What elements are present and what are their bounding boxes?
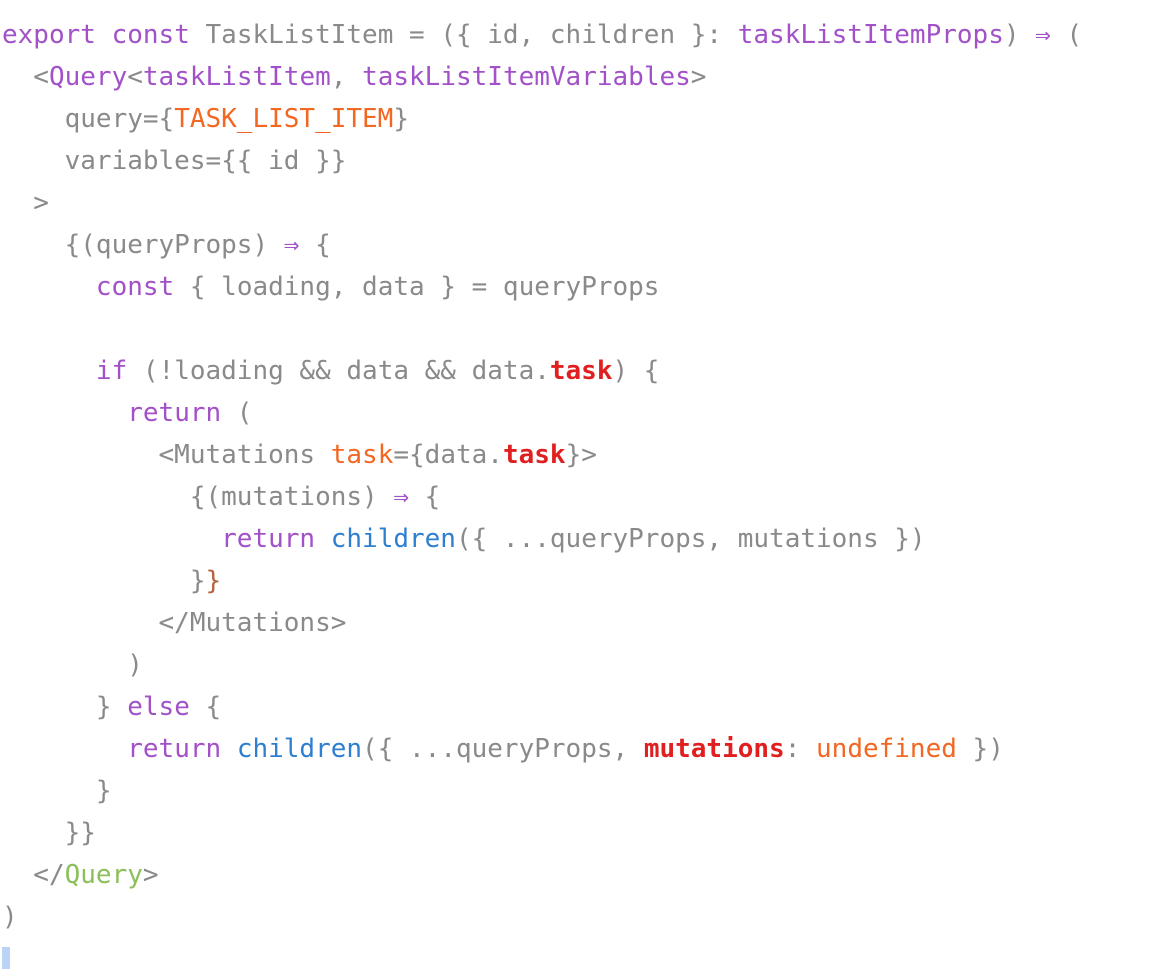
code-token-keyword: if bbox=[95, 356, 128, 386]
code-token-plain: ) bbox=[2, 650, 143, 680]
code-token-keyword: export bbox=[2, 20, 96, 50]
code-token-type: taskListItemProps bbox=[737, 20, 1004, 50]
code-token-plain: { bbox=[189, 692, 222, 722]
code-line[interactable]: if (!loading && data && data.task) { bbox=[0, 350, 1162, 392]
code-line[interactable]: }} bbox=[0, 560, 1162, 602]
code-line[interactable]: query={TASK_LIST_ITEM} bbox=[0, 98, 1162, 140]
code-token-func: children bbox=[330, 524, 456, 554]
code-token-keyword: const bbox=[111, 20, 190, 50]
code-token-plain: }> bbox=[565, 440, 597, 470]
code-line[interactable] bbox=[0, 938, 1162, 980]
code-token-plain: }} bbox=[2, 818, 96, 848]
code-token-arrow: ⇒ bbox=[1035, 20, 1051, 50]
code-line[interactable]: ) bbox=[0, 644, 1162, 686]
code-token-keyword: const bbox=[95, 272, 175, 302]
code-token-plain: { bbox=[299, 230, 331, 260]
code-token-plain: { bbox=[409, 482, 441, 512]
code-token-keyword: else bbox=[127, 692, 190, 722]
code-token-plain: (!loading && data && data. bbox=[127, 356, 550, 386]
code-token-plain: : bbox=[784, 734, 817, 764]
code-token-plain: ( bbox=[1050, 20, 1083, 50]
code-token-func: children bbox=[236, 734, 363, 764]
code-line[interactable]: return children({ ...queryProps, mutatio… bbox=[0, 518, 1162, 560]
code-token-plain: <Mutations bbox=[2, 440, 331, 470]
code-token-plain: > bbox=[690, 62, 707, 92]
code-line[interactable]: return ( bbox=[0, 392, 1162, 434]
code-line[interactable]: } else { bbox=[0, 686, 1162, 728]
code-token-closetag: Query bbox=[64, 860, 143, 890]
code-token-prop: task bbox=[549, 356, 613, 386]
code-token-plain: ={data. bbox=[393, 440, 503, 470]
code-token-plain: ) bbox=[2, 902, 18, 932]
code-line[interactable]: </Mutations> bbox=[0, 602, 1162, 644]
code-token-const: undefined bbox=[816, 734, 957, 764]
text-caret bbox=[2, 946, 10, 969]
code-token-arrow: ⇒ bbox=[393, 482, 409, 512]
code-token-plain: < bbox=[2, 62, 49, 92]
code-token-plain: } bbox=[393, 104, 409, 134]
code-line[interactable]: variables={{ id }} bbox=[0, 140, 1162, 182]
code-token-plain: </ bbox=[2, 860, 65, 890]
code-token-plain: variables={{ id }} bbox=[2, 146, 347, 176]
code-line[interactable]: <Mutations task={data.task}> bbox=[0, 434, 1162, 476]
code-token-plain: > bbox=[2, 188, 49, 218]
code-token-plain: TaskListItem = ({ id, children }: bbox=[189, 20, 738, 50]
code-token-plain: ) bbox=[1003, 20, 1036, 50]
code-editor[interactable]: export const TaskListItem = ({ id, child… bbox=[0, 0, 1162, 969]
code-token-plain: > bbox=[142, 860, 159, 890]
code-line[interactable]: ) bbox=[0, 896, 1162, 938]
code-token-plain: query={ bbox=[2, 104, 175, 134]
code-token-plain: { loading, data } = queryProps bbox=[174, 272, 660, 302]
code-token-attr: task bbox=[330, 440, 394, 470]
code-line[interactable]: return children({ ...queryProps, mutatio… bbox=[0, 728, 1162, 770]
code-token-plain: ({ ...queryProps, bbox=[362, 734, 644, 764]
code-token-plain: {(mutations) bbox=[2, 482, 394, 512]
code-line[interactable]: } bbox=[0, 770, 1162, 812]
code-token-prop: mutations bbox=[643, 734, 785, 764]
code-token-plain: } bbox=[2, 776, 112, 806]
code-token-plain: {(queryProps) bbox=[2, 230, 284, 260]
code-line[interactable]: > bbox=[0, 182, 1162, 224]
code-token-plain: } bbox=[2, 566, 206, 596]
code-token-plain: ) { bbox=[612, 356, 660, 386]
code-token-tagname: Query bbox=[48, 62, 128, 92]
code-token-plain: < bbox=[127, 62, 143, 92]
code-token-brace: } bbox=[205, 566, 222, 596]
code-token-arrow: ⇒ bbox=[283, 230, 300, 260]
code-line[interactable] bbox=[0, 308, 1162, 350]
code-token-keyword: return bbox=[127, 398, 222, 428]
code-line[interactable]: <Query<taskListItem, taskListItemVariabl… bbox=[0, 56, 1162, 98]
code-token-keyword: return bbox=[221, 524, 316, 554]
code-line[interactable]: {(mutations) ⇒ { bbox=[0, 476, 1162, 518]
code-token-prop: task bbox=[502, 440, 566, 470]
code-token-plain: </Mutations> bbox=[2, 608, 347, 638]
code-line[interactable]: {(queryProps) ⇒ { bbox=[0, 224, 1162, 266]
code-token-plain: ( bbox=[221, 398, 253, 428]
code-token-plain: }) bbox=[956, 734, 1004, 764]
code-token-plain: } bbox=[2, 692, 128, 722]
code-token-plain: , bbox=[330, 62, 363, 92]
code-token-keyword: return bbox=[127, 734, 222, 764]
code-token-type: taskListItemVariables bbox=[362, 62, 691, 92]
code-line[interactable]: const { loading, data } = queryProps bbox=[0, 266, 1162, 308]
code-token-plain: ({ ...queryProps, mutations }) bbox=[455, 524, 926, 554]
code-line[interactable]: </Query> bbox=[0, 854, 1162, 896]
code-token-const: TASK_LIST_ITEM bbox=[174, 104, 394, 134]
code-line[interactable]: }} bbox=[0, 812, 1162, 854]
code-token-type: taskListItem bbox=[142, 62, 331, 92]
code-line[interactable]: export const TaskListItem = ({ id, child… bbox=[0, 14, 1162, 56]
